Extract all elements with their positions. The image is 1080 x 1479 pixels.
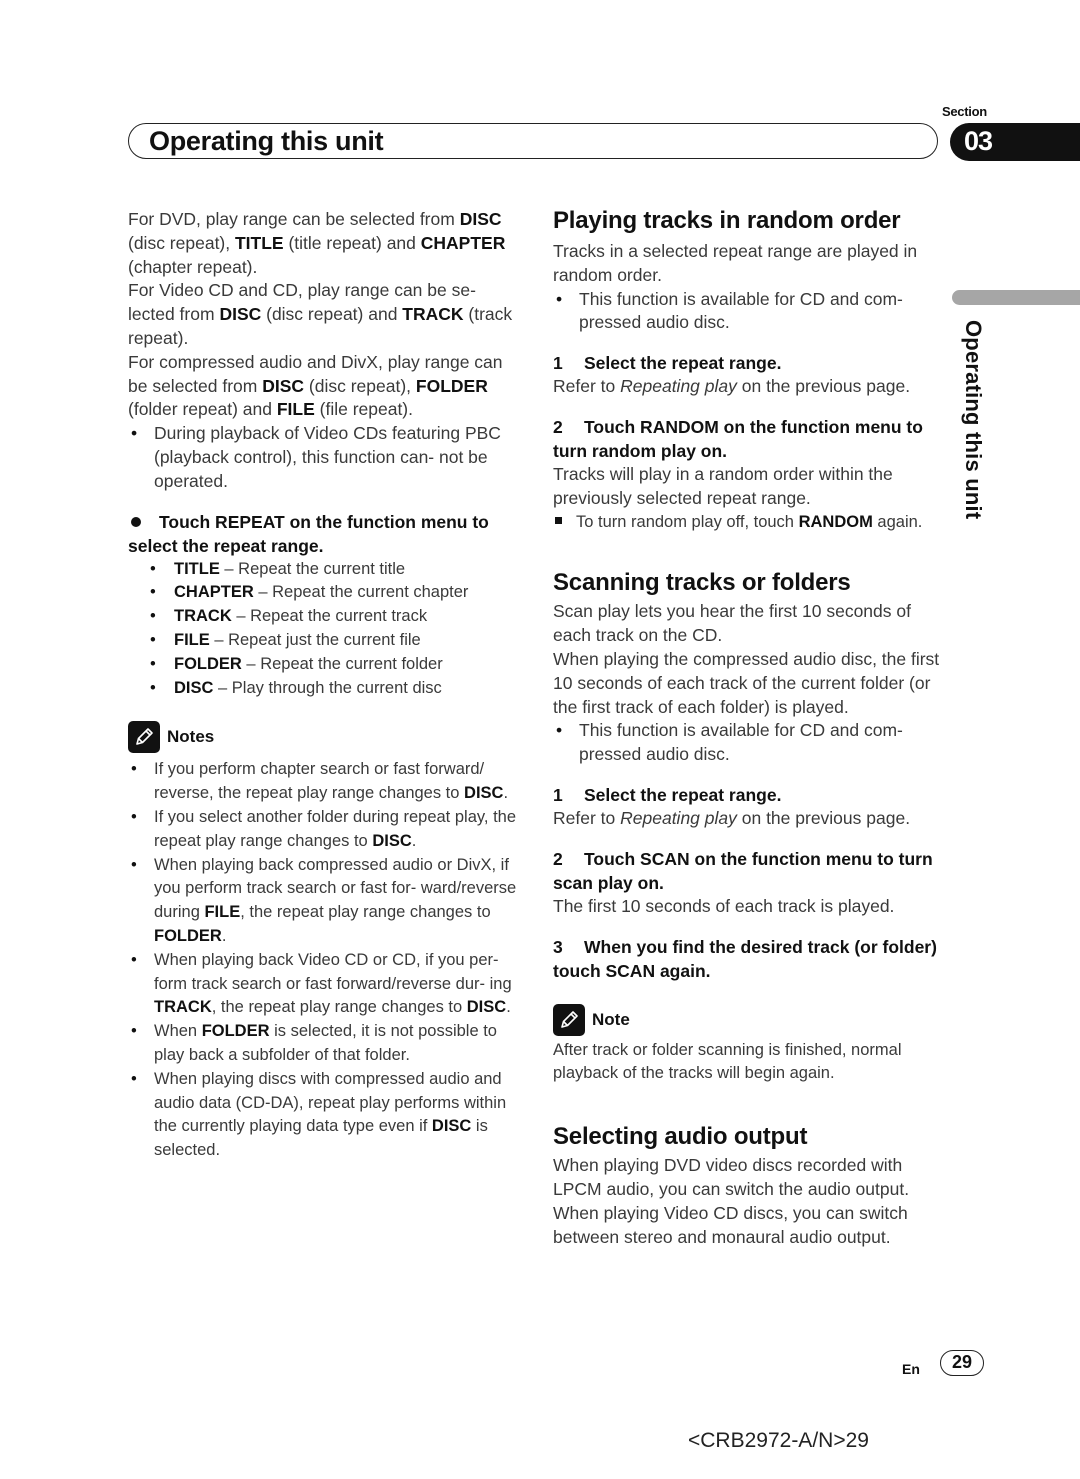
repeat-options-list: TITLE – Repeat the current title CHAPTER…	[128, 558, 523, 701]
pencil-note-icon	[128, 721, 160, 754]
random-step-1-text: Refer to Repeating play on the previous …	[553, 376, 911, 397]
scan-step-2-text: The first 10 seconds of each track is pl…	[553, 895, 895, 916]
random-step-2-text: Tracks will play in a random order withi…	[553, 463, 893, 508]
scan-note-text: After track or folder scanning is finish…	[553, 1040, 902, 1083]
right-column: Playing tracks in random order Tracks in…	[553, 206, 943, 1249]
language-label: En	[902, 1361, 920, 1377]
left-column: For DVD, play range can be selected from…	[128, 208, 523, 1163]
section-number-badge: 03	[950, 123, 1080, 161]
intro-paragraph: For DVD, play range can be selected from…	[128, 209, 506, 277]
section-number: 03	[964, 126, 993, 156]
random-intro: Tracks in a selected repeat range are pl…	[553, 241, 918, 285]
note-item: When playing back compressed audio or Di…	[128, 854, 523, 949]
repeat-step-heading: Touch REPEAT on the function menu to sel…	[128, 510, 523, 558]
scan-step-1: 1 Select the repeat range.	[553, 784, 782, 805]
scan-intro: Scan play lets you hear the first 10 sec…	[553, 601, 911, 646]
random-step-1: 1 Select the repeat range.	[553, 353, 782, 374]
pencil-note-icon	[553, 1003, 585, 1036]
repeat-step-text: Touch REPEAT on the function menu to sel…	[128, 511, 489, 556]
scan-step-1-text: Refer to Repeating play on the previous …	[553, 807, 911, 828]
list-item: FOLDER – Repeat the current folder	[128, 653, 523, 677]
notes-header: Notes	[128, 720, 523, 754]
scan-intro: When playing the compressed audio disc, …	[553, 648, 940, 717]
scan-step-2: 2 Touch SCAN on the function menu to turn…	[553, 848, 933, 893]
audio-output-text: When playing DVD video discs recorded wi…	[553, 1155, 910, 1247]
scan-bullet: This function is available for CD and co…	[553, 719, 943, 767]
list-item: CHAPTER – Repeat the current chapter	[128, 581, 523, 605]
random-step-2: 2 Touch RANDOM on the function menu to tu…	[553, 416, 923, 461]
random-off-note: To turn random play off, touch RANDOM ag…	[553, 511, 943, 535]
scan-step-3: 3 When you find the desired track (or fol…	[553, 936, 937, 981]
heading-random-order: Playing tracks in random order	[553, 207, 901, 234]
chapter-title: Operating this unit	[149, 126, 384, 156]
note-item: When playing back Video CD or CD, if you…	[128, 949, 523, 1020]
intro-bullet: During playback of Video CDs featuring P…	[128, 422, 523, 493]
list-item: DISC – Play through the current disc	[128, 677, 523, 701]
chapter-title-bar: Operating this unit	[128, 123, 938, 159]
side-tab-marker	[952, 290, 1080, 305]
intro-paragraph: For Video CD and CD, play range can be s…	[128, 280, 513, 348]
notes-label: Notes	[167, 727, 215, 747]
side-tab-label: Operating this unit	[961, 320, 986, 520]
note-item: If you perform chapter search or fast fo…	[128, 758, 523, 806]
note-header: Note	[553, 1003, 943, 1037]
list-item: FILE – Repeat just the current file	[128, 629, 523, 653]
heading-scanning: Scanning tracks or folders	[553, 569, 851, 597]
note-item: If you select another folder during repe…	[128, 806, 523, 854]
document-code: <CRB2972-A/N>29	[688, 1429, 869, 1452]
page-number: 29	[940, 1350, 984, 1376]
list-item: TRACK – Repeat the current track	[128, 605, 523, 629]
square-bullet-icon	[555, 517, 562, 525]
intro-paragraph: For compressed audio and DivX, play rang…	[128, 351, 503, 420]
list-item: TITLE – Repeat the current title	[128, 558, 523, 582]
step-dot-icon	[131, 516, 141, 527]
note-item: When FOLDER is selected, it is not possi…	[128, 1020, 523, 1068]
random-bullet: This function is available for CD and co…	[553, 288, 943, 336]
note-label: Note	[592, 1009, 630, 1029]
note-item: When playing discs with compressed audio…	[128, 1068, 523, 1163]
section-label: Section	[942, 104, 987, 119]
heading-audio-output: Selecting audio output	[553, 1123, 808, 1151]
